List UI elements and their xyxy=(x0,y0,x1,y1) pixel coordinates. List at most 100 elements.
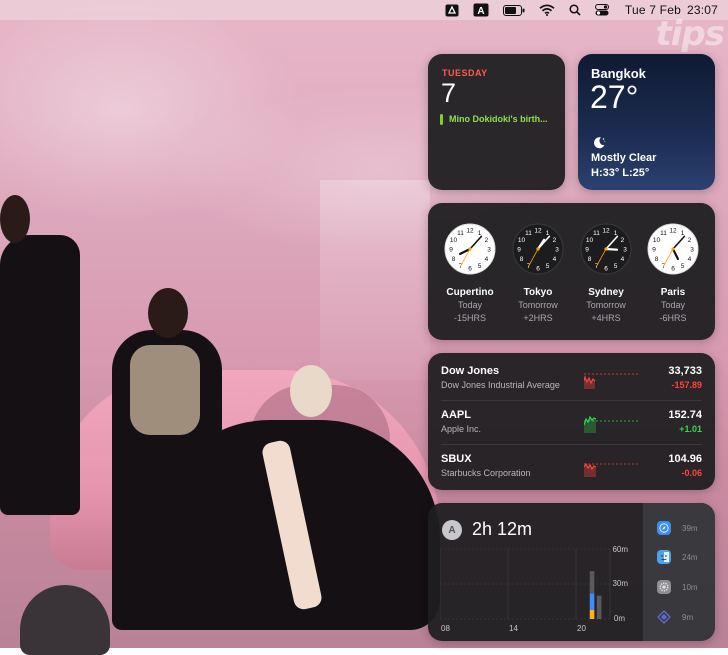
clock-day: Today xyxy=(660,300,686,310)
stock-row[interactable]: Dow Jones Dow Jones Industrial Average 3… xyxy=(428,355,715,399)
stock-name: Dow Jones Industrial Average xyxy=(441,380,560,390)
weather-condition: Mostly Clear xyxy=(591,152,657,164)
stock-sparkline xyxy=(584,462,638,477)
clock-city: Cupertino xyxy=(446,287,494,298)
svg-text:8: 8 xyxy=(588,256,592,263)
svg-text:12: 12 xyxy=(466,227,474,234)
svg-text:4: 4 xyxy=(688,256,692,263)
x-axis-label: 14 xyxy=(509,624,518,633)
weather-widget[interactable]: Bangkok 27° Mostly Clear H:33° L:25° xyxy=(578,54,715,190)
input-source-letter: A xyxy=(477,6,484,17)
svg-text:9: 9 xyxy=(652,246,656,253)
control-center-icon[interactable] xyxy=(594,4,609,16)
svg-text:10: 10 xyxy=(586,237,594,244)
clock-city: Paris xyxy=(660,287,686,298)
svg-text:8: 8 xyxy=(452,256,456,263)
usage-bar-segment xyxy=(589,571,595,594)
watermark-logo: tips xyxy=(655,14,725,54)
safari-icon xyxy=(657,521,671,535)
stock-name: Starbucks Corporation xyxy=(441,468,531,478)
screen-time-widget[interactable]: A 2h 12m 60m 30m 0m 08 14 20 39m 24m 10m… xyxy=(428,503,715,641)
svg-text:5: 5 xyxy=(546,263,550,270)
app-usage-time: 10m xyxy=(682,582,698,592)
svg-text:3: 3 xyxy=(623,246,627,253)
clock-offset: +4HRS xyxy=(591,313,621,323)
world-clock-item[interactable]: 123456789101112 Cupertino Today -15HRS xyxy=(440,223,500,323)
clock-day: Tomorrow xyxy=(518,300,558,310)
calendar-weekday: TUESDAY xyxy=(442,68,488,78)
svg-text:11: 11 xyxy=(660,230,667,237)
wallpaper-building xyxy=(320,180,430,380)
screen-time-total: 2h 12m xyxy=(472,519,533,539)
svg-text:4: 4 xyxy=(485,256,489,263)
spotlight-search-icon[interactable] xyxy=(569,4,581,16)
svg-text:10: 10 xyxy=(653,237,661,244)
svg-text:5: 5 xyxy=(478,263,482,270)
calendar-event[interactable]: Mino Dokidoki's birth... xyxy=(440,113,558,125)
moon-icon xyxy=(593,137,606,149)
stock-sparkline xyxy=(584,415,638,433)
svg-text:11: 11 xyxy=(525,230,532,237)
wifi-icon[interactable] xyxy=(539,4,555,16)
svg-text:5: 5 xyxy=(614,263,618,270)
clock-day: Today xyxy=(457,300,483,310)
wallpaper-person-middle-head xyxy=(148,288,188,338)
svg-text:3: 3 xyxy=(555,246,559,253)
drive-icon[interactable] xyxy=(445,4,459,17)
app-usage-item[interactable]: 9m xyxy=(657,608,707,626)
app-usage-time: 9m xyxy=(682,612,694,622)
app-usage-list: 39m 24m 10m 9m xyxy=(643,503,715,641)
stocks-widget[interactable]: Dow Jones Dow Jones Industrial Average 3… xyxy=(428,353,715,490)
stock-price: 33,733 xyxy=(668,365,702,377)
app-usage-item[interactable]: 10m xyxy=(657,578,707,596)
stock-sparkline xyxy=(584,373,638,389)
svg-text:3: 3 xyxy=(487,246,491,253)
stock-price: 104.96 xyxy=(668,453,702,465)
stock-change: +1.01 xyxy=(679,424,702,434)
usage-bar-segment xyxy=(589,609,595,619)
weather-high-low: H:33° L:25° xyxy=(591,167,650,179)
svg-text:9: 9 xyxy=(585,246,589,253)
stock-symbol: Dow Jones xyxy=(441,365,500,377)
screen-time-chart: 60m 30m 0m 08 14 20 xyxy=(440,545,628,633)
stock-price: 152.74 xyxy=(668,409,702,421)
weather-temperature: 27° xyxy=(590,79,639,115)
app-usage-item[interactable]: 39m xyxy=(657,519,707,537)
svg-text:3: 3 xyxy=(690,246,694,253)
world-clock-item[interactable]: 123456789101112 Tokyo Tomorrow +2HRS xyxy=(508,223,568,323)
analog-clock-icon: 123456789101112 xyxy=(580,223,632,275)
stock-symbol: SBUX xyxy=(441,453,472,465)
analog-clock-icon: 123456789101112 xyxy=(647,223,699,275)
svg-text:6: 6 xyxy=(536,265,540,272)
svg-text:11: 11 xyxy=(593,230,600,237)
battery-icon[interactable] xyxy=(502,4,525,16)
svg-text:12: 12 xyxy=(534,227,542,234)
app-usage-item[interactable]: 24m xyxy=(657,548,707,566)
keyboard-input-icon[interactable]: A xyxy=(473,3,489,17)
world-clock-item[interactable]: 123456789101112 Sydney Tomorrow +4HRS xyxy=(576,223,636,323)
finder-icon xyxy=(657,550,671,564)
svg-text:6: 6 xyxy=(468,265,472,272)
svg-text:2: 2 xyxy=(621,237,625,244)
svg-text:2: 2 xyxy=(688,237,692,244)
calendar-widget[interactable]: TUESDAY 7 Mino Dokidoki's birth... xyxy=(428,54,565,190)
stock-row[interactable]: AAPL Apple Inc. 152.74 +1.01 xyxy=(428,399,715,443)
calendar-event-title: Mino Dokidoki's birth... xyxy=(449,114,548,124)
world-clock-widget[interactable]: 123456789101112 Cupertino Today -15HRS 1… xyxy=(428,203,715,340)
svg-text:8: 8 xyxy=(655,256,659,263)
stock-change: -157.89 xyxy=(671,380,702,390)
menu-bar: A Tue 7 Feb 23:07 xyxy=(0,0,728,20)
y-axis-label: 60m xyxy=(612,545,628,554)
clock-offset: -6HRS xyxy=(659,313,687,323)
stock-row[interactable]: SBUX Starbucks Corporation 104.96 -0.06 xyxy=(428,443,715,487)
svg-text:2: 2 xyxy=(485,237,489,244)
network-app-icon xyxy=(657,610,671,624)
clock-offset: +2HRS xyxy=(523,313,553,323)
clock-city: Sydney xyxy=(588,287,624,298)
world-clock-item[interactable]: 123456789101112 Paris Today -6HRS xyxy=(643,223,703,323)
svg-text:6: 6 xyxy=(671,265,675,272)
system-settings-icon xyxy=(657,580,671,594)
stock-change: -0.06 xyxy=(681,468,702,478)
svg-text:11: 11 xyxy=(457,230,464,237)
svg-text:6: 6 xyxy=(604,265,608,272)
